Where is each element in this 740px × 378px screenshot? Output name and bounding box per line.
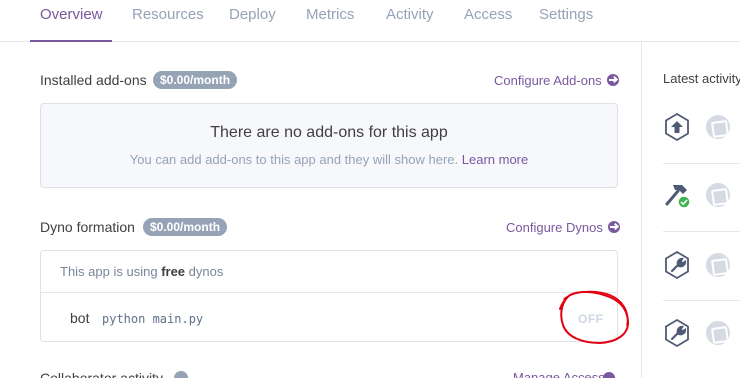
- help-icon[interactable]: [174, 371, 188, 378]
- configure-addons-link[interactable]: Configure Add-ons: [494, 73, 619, 88]
- deploy-upload-icon: [665, 112, 689, 142]
- arrow-right-circle-icon: [607, 221, 620, 233]
- user-avatar: [706, 115, 730, 139]
- configure-dynos-label: Configure Dynos: [506, 220, 603, 235]
- user-avatar: [706, 183, 730, 207]
- active-tab-indicator: [30, 40, 112, 42]
- configure-dynos-link[interactable]: Configure Dynos: [506, 220, 620, 235]
- dyno-process-command: python main.py: [102, 312, 204, 326]
- arrow-right-circle-icon: [606, 74, 619, 86]
- tab-metrics[interactable]: Metrics: [306, 0, 354, 42]
- activity-item[interactable]: [663, 318, 740, 378]
- config-wrench-icon: [665, 250, 689, 280]
- dyno-state-toggle[interactable]: OFF: [578, 312, 604, 326]
- dyno-price-badge: $0.00/month: [143, 218, 228, 236]
- dyno-section-title: Dyno formation: [40, 219, 135, 235]
- config-wrench-icon: [665, 318, 689, 348]
- tab-overview[interactable]: Overview: [40, 0, 103, 42]
- dyno-note-type: free: [161, 264, 186, 279]
- arrow-right-circle-icon: [603, 372, 615, 378]
- tab-settings[interactable]: Settings: [539, 0, 593, 42]
- addons-empty-title: There are no add-ons for this app: [210, 124, 448, 141]
- user-avatar: [706, 321, 730, 345]
- manage-access-link[interactable]: Manage Access: [513, 370, 605, 378]
- activity-separator: [663, 300, 740, 301]
- addons-empty-text: You can add add-ons to this app and they…: [41, 152, 617, 167]
- build-succeeded-icon: [665, 185, 691, 209]
- tab-deploy[interactable]: Deploy: [229, 0, 276, 42]
- activity-separator: [663, 231, 740, 232]
- app-tabs: Overview Resources Deploy Metrics Activi…: [0, 0, 740, 42]
- dyno-note-suffix: dynos: [188, 264, 224, 279]
- user-avatar: [706, 253, 730, 277]
- addons-section-title: Installed add-ons: [40, 72, 147, 88]
- dyno-process-row: bot python main.py OFF: [41, 292, 617, 342]
- tab-access[interactable]: Access: [464, 0, 512, 42]
- tab-activity[interactable]: Activity: [386, 0, 434, 42]
- tab-resources[interactable]: Resources: [132, 0, 204, 42]
- activity-divider: [641, 42, 642, 378]
- dyno-process-name: bot: [70, 310, 90, 326]
- dyno-type-note: This app is using free dynos: [60, 264, 223, 279]
- activity-item[interactable]: [663, 250, 740, 310]
- activity-separator: [663, 163, 740, 164]
- addons-price-badge: $0.00/month: [153, 71, 238, 89]
- addons-empty-state: There are no add-ons for this app You ca…: [40, 103, 618, 188]
- dyno-note-prefix: This app is using: [60, 264, 158, 279]
- collaborator-section-title: Collaborator activity: [40, 370, 163, 378]
- activity-title: Latest activity: [663, 71, 740, 86]
- learn-more-link[interactable]: Learn more: [462, 152, 528, 167]
- addons-empty-description: You can add add-ons to this app and they…: [129, 152, 459, 167]
- configure-addons-label: Configure Add-ons: [494, 73, 602, 88]
- dyno-formation-panel: This app is using free dynos bot python …: [40, 250, 618, 342]
